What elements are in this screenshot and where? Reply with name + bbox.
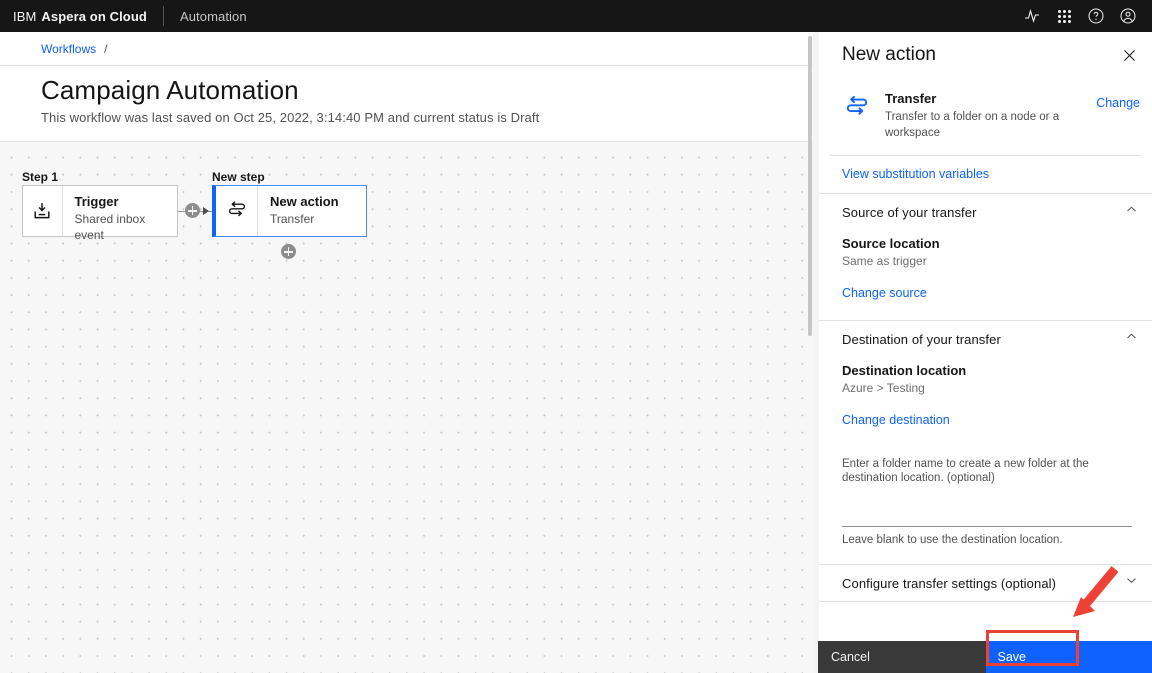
change-destination-link[interactable]: Change destination xyxy=(842,413,950,427)
panel-action-description: Transfer to a folder on a node or a work… xyxy=(885,111,1060,139)
chevron-up-icon xyxy=(1125,203,1138,221)
save-button[interactable]: Save xyxy=(985,641,1152,673)
chevron-down-icon xyxy=(1125,574,1138,592)
new-action-card-text: New action Transfer xyxy=(258,186,351,236)
trigger-card-text: Trigger Shared inbox event xyxy=(63,186,178,242)
source-location-value: Same as trigger xyxy=(842,254,927,268)
header-actions xyxy=(1016,0,1152,32)
global-header: IBM Aspera on Cloud Automation xyxy=(0,0,1152,32)
close-icon[interactable] xyxy=(1118,44,1140,66)
app-root: IBM Aspera on Cloud Automation Workflows… xyxy=(0,0,1152,673)
settings-section-bottom-divider xyxy=(819,601,1152,602)
new-action-panel: New action Transfer Transfer to a folder… xyxy=(808,32,1152,673)
panel-scrollbar-thumb[interactable] xyxy=(808,36,812,336)
workflow-canvas[interactable]: Step 1 New step Trigger Shared inbox eve… xyxy=(0,141,818,673)
transfer-icon xyxy=(216,186,258,236)
step-label-1: Step 1 xyxy=(22,170,59,184)
cancel-button[interactable]: Cancel xyxy=(818,641,986,673)
folder-name-helper-bottom: Leave blank to use the destination locat… xyxy=(842,534,1063,546)
page-header: Campaign Automation This workflow was la… xyxy=(41,74,539,125)
brand[interactable]: IBM Aspera on Cloud xyxy=(0,9,147,24)
trigger-card-title: Trigger xyxy=(74,194,119,209)
breadcrumb-link-workflows[interactable]: Workflows xyxy=(41,42,96,56)
new-step-label: New step xyxy=(212,170,265,184)
transfer-icon xyxy=(842,90,874,128)
change-source-row: Change source xyxy=(842,284,1129,302)
app-switcher-icon[interactable] xyxy=(1048,0,1080,32)
brand-ibm: IBM xyxy=(13,8,37,24)
connector-arrowhead-icon xyxy=(203,206,209,215)
header-divider xyxy=(162,6,164,26)
app-switcher-dots xyxy=(1057,9,1071,23)
add-step-between-button[interactable] xyxy=(185,203,200,218)
panel-action-summary: Transfer Transfer to a folder on a node … xyxy=(819,78,1152,155)
panel-action-name: Transfer xyxy=(885,91,937,106)
chevron-up-icon xyxy=(1125,330,1138,348)
folder-name-helper-top: Enter a folder name to create a new fold… xyxy=(842,458,1089,484)
breadcrumb-separator: / xyxy=(104,41,108,56)
change-action-link-wrap: Change xyxy=(1096,90,1140,112)
change-action-link[interactable]: Change xyxy=(1096,96,1140,110)
page-subtitle: This workflow was last saved on Oct 25, … xyxy=(41,110,540,125)
destination-location-value: Azure > Testing xyxy=(842,381,925,395)
brand-product: Aspera on Cloud xyxy=(41,8,147,24)
section-header-destination-label: Destination of your transfer xyxy=(842,331,1001,347)
section-header-transfer-settings[interactable]: Configure transfer settings (optional) xyxy=(819,564,1152,601)
nav-item-automation[interactable]: Automation xyxy=(180,9,247,24)
new-action-card-subtitle: Transfer xyxy=(270,212,315,226)
source-location-label: Source location xyxy=(842,236,940,251)
new-action-card[interactable]: New action Transfer xyxy=(212,185,367,237)
panel-action-text: Transfer Transfer to a folder on a node … xyxy=(874,90,1096,141)
section-header-source-label: Source of your transfer xyxy=(842,204,977,220)
help-circle-icon[interactable] xyxy=(1080,0,1112,32)
section-body-destination: Destination location Azure > Testing Cha… xyxy=(819,357,1152,564)
panel-title: New action xyxy=(842,44,936,65)
change-destination-row: Change destination xyxy=(842,411,1129,429)
change-source-link[interactable]: Change source xyxy=(842,286,927,300)
panel-footer: Cancel Save xyxy=(818,641,1152,673)
section-body-source: Source location Same as trigger Change s… xyxy=(819,230,1152,320)
section-header-destination[interactable]: Destination of your transfer xyxy=(819,320,1152,357)
panel-header: New action xyxy=(819,32,1152,78)
page-title: Campaign Automation xyxy=(41,75,299,105)
section-header-source[interactable]: Source of your transfer xyxy=(819,193,1152,230)
trigger-card-subtitle: Shared inbox event xyxy=(74,212,146,242)
destination-location-label: Destination location xyxy=(842,363,967,378)
inbox-download-icon xyxy=(23,186,63,236)
section-header-transfer-settings-label: Configure transfer settings (optional) xyxy=(842,575,1057,591)
view-substitution-variables-link[interactable]: View substitution variables xyxy=(842,167,989,181)
add-step-below-button[interactable] xyxy=(281,244,296,259)
user-avatar-icon[interactable] xyxy=(1112,0,1144,32)
trigger-card[interactable]: Trigger Shared inbox event xyxy=(22,185,178,242)
substitution-variables-row: View substitution variables xyxy=(819,156,1152,193)
folder-name-input[interactable] xyxy=(842,493,1132,527)
new-action-card-title: New action xyxy=(270,194,339,209)
activity-pulse-icon[interactable] xyxy=(1016,0,1048,32)
panel-scrollbar-track[interactable] xyxy=(808,32,819,673)
